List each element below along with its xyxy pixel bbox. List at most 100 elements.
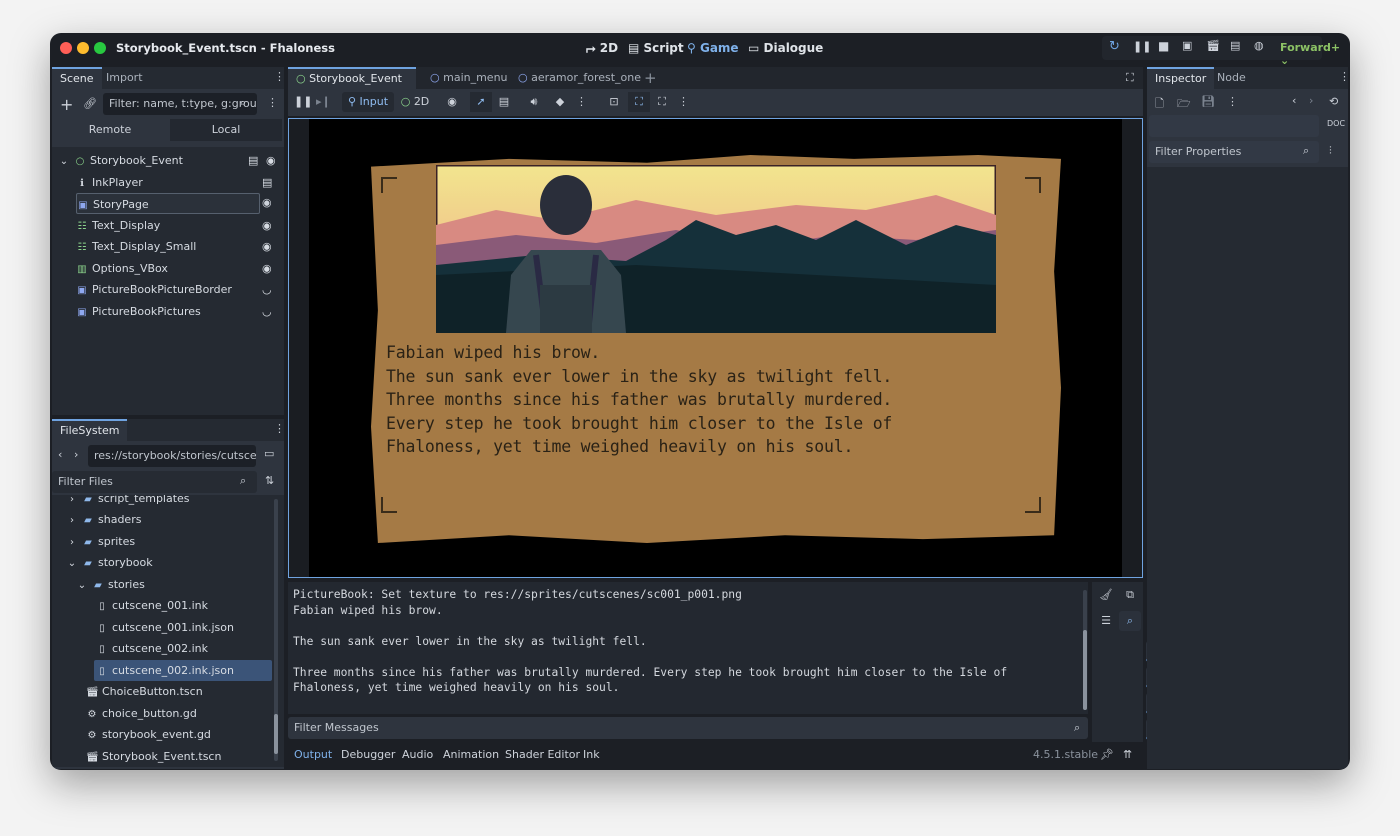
tab-node[interactable]: Node [1209,67,1254,89]
focus-icon[interactable]: ⊡ [606,92,622,112]
file-item[interactable]: › ▰ sprites [66,531,284,552]
dock-menu-icon[interactable]: ⋮ [274,70,285,83]
restart-icon[interactable]: ↻ [1109,39,1120,54]
movie-maker-icon[interactable]: ◍ [1254,39,1264,52]
tab-storybook-event[interactable]: ○ Storybook_Event ✕ [288,67,416,105]
file-item[interactable]: › ▰ script_templates [66,495,284,509]
file-filter-input[interactable]: Filter Files [52,471,257,493]
save-icon[interactable]: 💾︎ [1201,95,1215,108]
file-item[interactable]: ▯ cutscene_001.ink.json [96,617,284,638]
back-icon[interactable]: ‹ [58,448,62,461]
more-icon[interactable]: ⋮ [267,96,278,109]
tab-aeramor-forest-one[interactable]: ○ aeramor_forest_one [510,67,649,89]
link-icon[interactable]: 🔗︎ [83,97,97,110]
expand-icon[interactable]: ⛶ [654,92,670,112]
tab-inspector[interactable]: Inspector [1147,67,1215,89]
pause-icon[interactable]: ❚❚ [1133,40,1151,53]
file-item[interactable]: ⚙ choice_button.gd [86,703,284,724]
game-viewport[interactable]: Fabian wiped his brow. The sun sank ever… [288,118,1143,578]
forward-icon[interactable]: › [1309,94,1313,107]
object-selector[interactable] [1149,115,1319,137]
collapse-icon[interactable]: ☰ [1095,611,1117,631]
hidden-icon[interactable]: ◡ [262,279,272,300]
renderer-select[interactable]: Forward+ ⌄ [1280,41,1350,67]
hidden-icon[interactable]: ◡ [262,301,272,322]
tree-node[interactable]: ▣ PictureBookPictures ◡ [76,301,306,322]
pause-icon[interactable]: ❚❚ [294,92,312,112]
file-item[interactable]: ▯ cutscene_002.ink [96,638,284,659]
pin-icon[interactable]: 📌︎ [1100,748,1114,761]
file-item[interactable]: 🎬︎ Storybook_Event.tscn [86,746,284,767]
camera-icon[interactable]: ◆ [552,92,568,112]
clear-icon[interactable]: 🧹︎ [1095,585,1117,605]
mode-script[interactable]: ▤ Script [628,41,684,55]
property-options-icon[interactable]: ⫶ [1329,144,1332,158]
distraction-free-icon[interactable]: ⛶ [1126,71,1134,85]
path-input[interactable]: res://storybook/stories/cutscene [88,445,256,467]
expand-panel-icon[interactable]: ⇈ [1123,748,1132,761]
input-toggle[interactable]: ⚲ Input [342,92,394,112]
visibility-icon[interactable]: ◉ [262,215,272,236]
dock-menu-icon[interactable]: ⋮ [274,422,285,435]
tab-output[interactable]: Output [294,748,332,761]
local-button[interactable]: Local [170,119,282,141]
visibility-icon[interactable]: ◉ [444,92,460,112]
mode-2d[interactable]: ⮣ 2D [586,41,618,56]
minimize-window-button[interactable] [77,42,89,54]
tree-node[interactable]: ▣ PictureBookPictureBorder ◡ [76,279,306,300]
mode-dialogue[interactable]: ▭ Dialogue [748,41,823,55]
maximize-window-button[interactable] [94,42,106,54]
scrollbar[interactable] [1083,590,1087,710]
scrollbar[interactable] [274,499,278,761]
filter-messages-input[interactable]: Filter Messages [288,717,1088,739]
layout-toggle-icon[interactable]: ▭ [264,447,274,460]
tree-node[interactable]: ☷ Text_Display_Small ◉ [76,236,306,257]
mode-game[interactable]: ⚲ Game [687,41,739,55]
new-resource-icon[interactable]: 🗋 [1155,95,1164,114]
tab-debugger[interactable]: Debugger [341,748,395,761]
file-item[interactable]: 🎬︎ ChoiceButton.tscn [86,681,284,702]
visibility-icon[interactable]: ◉ [266,150,276,171]
tab-shader-editor[interactable]: Shader Editor [505,748,580,761]
forward-icon[interactable]: › [74,448,78,461]
file-item-selected[interactable]: ▯ cutscene_002.ink.json [94,660,272,681]
more-icon[interactable]: ⋮ [1227,95,1238,108]
list-select-icon[interactable]: ▤ [496,92,512,112]
audio-icon[interactable]: 🔊︎ [526,92,542,112]
next-frame-icon[interactable]: ▸❙ [316,92,331,112]
file-item[interactable]: ⌄ ▰ stories [76,574,284,595]
tree-node[interactable]: ▣ StoryPage [76,193,260,214]
copy-icon[interactable]: ⧉ [1119,585,1141,605]
tree-node[interactable]: ▥ Options_VBox ◉ [76,258,306,279]
tab-import[interactable]: Import [98,67,151,89]
select-icon[interactable]: ➚ [470,92,492,112]
tree-node[interactable]: ☷ Text_Display ◉ [76,215,306,236]
visibility-icon[interactable]: ◉ [262,196,272,209]
tab-ink[interactable]: Ink [583,748,600,761]
open-folder-icon[interactable]: 🗁 [1177,95,1191,114]
tab-animation[interactable]: Animation [443,748,499,761]
file-item[interactable]: ⌄ ▰ storybook [66,552,284,573]
stop-icon[interactable]: ■ [1158,39,1169,53]
play-custom-scene-icon[interactable]: ▤ [1230,39,1240,52]
sort-icon[interactable]: ⇅ [265,474,274,487]
more-icon[interactable]: ⋮ [678,92,689,112]
file-item[interactable]: › ▰ shaders [66,509,284,530]
remote-debug-icon[interactable]: ▣ [1182,39,1192,52]
back-icon[interactable]: ‹ [1292,94,1296,107]
remote-button[interactable]: Remote [52,119,168,141]
scene-filter-input[interactable]: Filter: name, t:type, g:grou [103,93,257,115]
tab-scene[interactable]: Scene [52,67,102,89]
tree-node[interactable]: ⌄ ○ Storybook_Event ▤ ◉ [58,150,288,171]
more-icon[interactable]: ⋮ [576,92,587,112]
2d-toggle[interactable]: ○ 2D [398,92,432,112]
add-node-icon[interactable]: + [60,95,73,114]
file-item[interactable]: ▯ cutscene_001.ink [96,595,284,616]
visibility-icon[interactable]: ◉ [262,258,272,279]
search-toggle-icon[interactable]: ⌕ [1119,611,1141,631]
play-scene-icon[interactable]: 🎬︎ [1206,39,1220,52]
filter-properties-input[interactable]: Filter Properties [1149,141,1319,163]
tab-filesystem[interactable]: FileSystem [52,419,128,441]
history-icon[interactable]: ⟲ [1329,95,1338,108]
docs-icon[interactable]: DOC [1327,119,1345,128]
